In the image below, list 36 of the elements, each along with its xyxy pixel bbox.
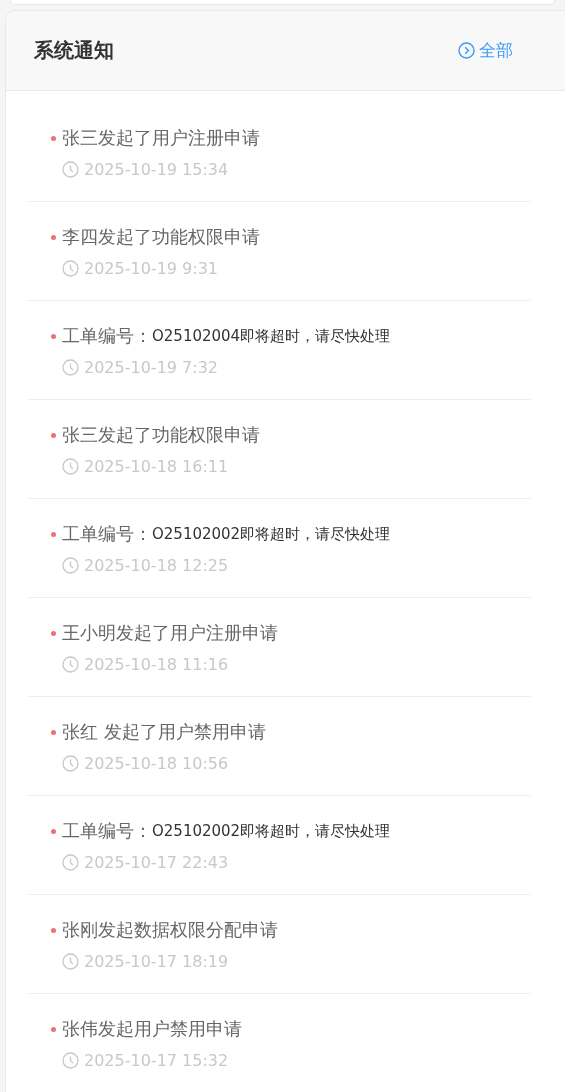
notification-text: 张红 发起了用户禁用申请 — [62, 720, 266, 744]
notification-text: 张刚发起数据权限分配申请 — [62, 918, 278, 942]
notification-text: O25102002即将超时，请尽快处理 — [152, 524, 391, 544]
unread-dot — [51, 729, 56, 735]
unread-dot — [51, 630, 56, 636]
unread-dot — [51, 135, 56, 141]
clock-icon — [62, 457, 79, 475]
clock-icon — [62, 160, 79, 178]
clock-icon — [62, 556, 79, 574]
notification-text: 张三发起了用户注册申请 — [62, 126, 260, 150]
unread-dot — [51, 432, 56, 438]
notification-label: 工单编号： — [62, 324, 152, 348]
notification-label: 工单编号： — [62, 819, 152, 843]
clock-icon — [62, 853, 79, 871]
clock-icon — [62, 259, 79, 277]
clock-icon — [62, 358, 79, 376]
unread-dot — [51, 234, 56, 240]
clock-icon — [62, 1051, 79, 1069]
chevron-circle-icon — [458, 42, 475, 59]
clock-icon — [62, 754, 79, 772]
view-all-link[interactable]: 全部 — [458, 39, 513, 62]
unread-dot — [51, 333, 56, 339]
clock-icon — [62, 952, 79, 970]
notification-text: O25102002即将超时，请尽快处理 — [152, 821, 391, 841]
notification-text: O25102004即将超时，请尽快处理 — [152, 326, 391, 346]
unread-dot — [51, 531, 56, 537]
unread-dot — [51, 1026, 56, 1032]
card-title: 系统通知 — [34, 37, 114, 64]
notification-text: 张伟发起用户禁用申请 — [62, 1017, 242, 1041]
notification-text: 李四发起了功能权限申请 — [62, 225, 260, 249]
notification-text: 张三发起了功能权限申请 — [62, 423, 260, 447]
unread-dot — [51, 927, 56, 933]
notification-text: 王小明发起了用户注册申请 — [62, 621, 278, 645]
unread-dot — [51, 828, 56, 834]
notification-label: 工单编号： — [62, 522, 152, 546]
clock-icon — [62, 655, 79, 673]
